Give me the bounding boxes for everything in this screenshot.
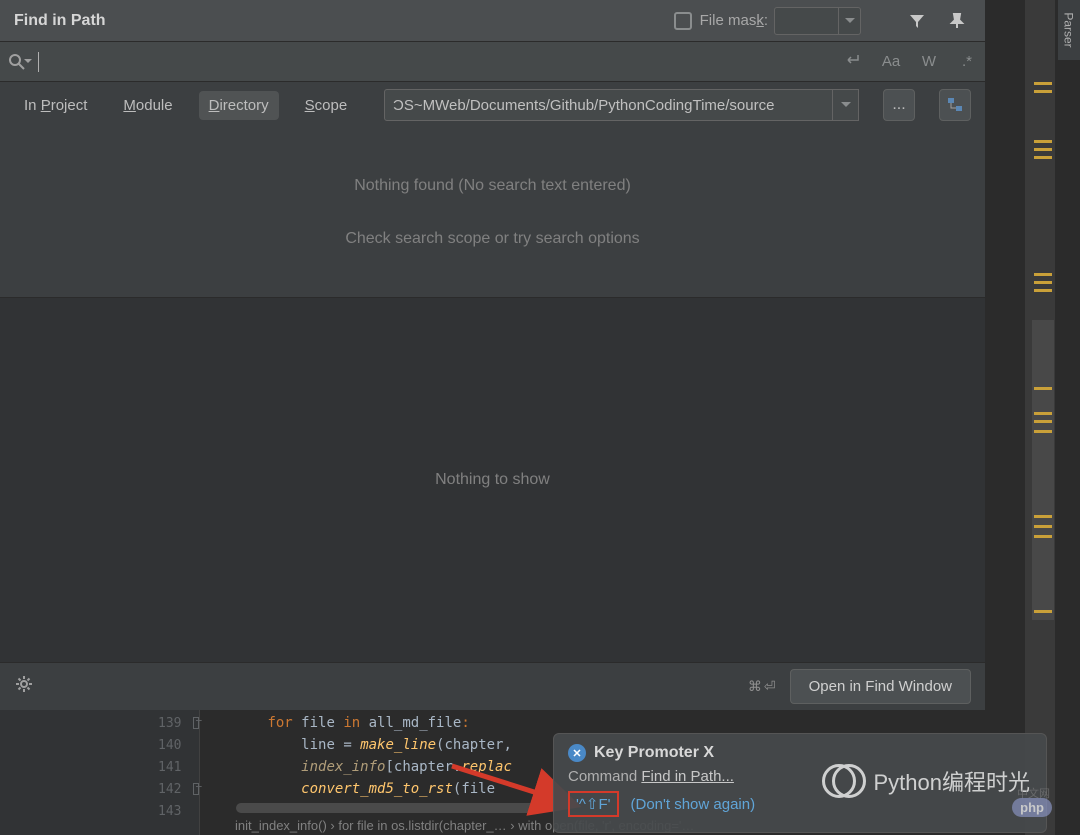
parser-label: Parser xyxy=(1062,12,1076,47)
line-number: 142 xyxy=(158,782,181,797)
regex-button[interactable]: .* xyxy=(957,53,977,70)
file-mask-dropdown[interactable] xyxy=(839,7,861,35)
marker-warning[interactable] xyxy=(1034,525,1052,528)
search-input[interactable] xyxy=(38,52,843,72)
marker-warning[interactable] xyxy=(1034,156,1052,159)
path-history-dropdown[interactable] xyxy=(833,89,859,121)
preview-area: Nothing to show xyxy=(0,298,985,662)
find-in-path-dialog: Find in Path File mask: Aa W .* xyxy=(0,0,985,710)
popup-app-icon: ✕ xyxy=(568,744,586,762)
pin-icon[interactable] xyxy=(943,7,971,35)
open-in-find-window-button[interactable]: Open in Find Window xyxy=(790,669,971,704)
scope-bar: In Project Module Directory Scope ƆS~MWe… xyxy=(0,82,985,128)
editor-gutter: 139 140 141 142 143 xyxy=(0,710,200,835)
marker-warning[interactable] xyxy=(1034,289,1052,292)
watermark: Python编程时光 xyxy=(822,760,1031,802)
words-button[interactable]: W xyxy=(919,53,939,70)
shortcut-badge: '^⇧F' xyxy=(568,791,619,817)
marker-warning[interactable] xyxy=(1034,90,1052,93)
newline-icon[interactable] xyxy=(843,53,863,71)
check-scope-message: Check search scope or try search options xyxy=(345,230,639,248)
scrollbar-range[interactable] xyxy=(1032,320,1054,620)
nothing-to-show-message: Nothing to show xyxy=(435,471,550,489)
results-message-area: Nothing found (No search text entered) C… xyxy=(0,128,985,298)
scope-tab-scope[interactable]: Scope xyxy=(295,91,358,120)
dont-show-again-link[interactable]: (Don't show again) xyxy=(631,796,756,813)
scope-tab-directory[interactable]: Directory xyxy=(199,91,279,120)
search-bar: Aa W .* xyxy=(0,42,985,82)
match-case-button[interactable]: Aa xyxy=(881,53,901,70)
file-mask-input[interactable] xyxy=(774,7,839,35)
checkbox-icon[interactable] xyxy=(674,12,692,30)
marker-warning[interactable] xyxy=(1034,148,1052,151)
popup-title: Key Promoter X xyxy=(594,744,714,762)
recursive-toggle[interactable] xyxy=(939,89,971,121)
directory-path-input[interactable]: ƆS~MWeb/Documents/Github/PythonCodingTim… xyxy=(384,89,833,121)
marker-warning[interactable] xyxy=(1034,412,1052,415)
horizontal-scrollbar[interactable] xyxy=(236,803,546,813)
scope-tab-module[interactable]: Module xyxy=(113,91,182,120)
watermark-logo-icon xyxy=(822,760,864,802)
line-number: 139 xyxy=(158,716,181,731)
file-mask-toggle[interactable]: File mask: xyxy=(674,12,768,30)
popup-command-label: Command xyxy=(568,768,641,785)
fold-toggle-icon[interactable] xyxy=(193,783,199,795)
browse-button[interactable]: ... xyxy=(883,89,915,121)
marker-warning[interactable] xyxy=(1034,281,1052,284)
dialog-header: Find in Path File mask: xyxy=(0,0,985,42)
file-mask-label: File mask: xyxy=(700,12,768,29)
watermark-text: Python编程时光 xyxy=(874,765,1031,797)
php-badge: php xyxy=(1012,798,1052,817)
line-number: 140 xyxy=(158,738,181,753)
popup-command-link[interactable]: Find in Path... xyxy=(641,768,734,785)
marker-warning[interactable] xyxy=(1034,430,1052,433)
marker-warning[interactable] xyxy=(1034,273,1052,276)
open-shortcut-hint: ⌘⏎ xyxy=(748,678,778,695)
dialog-footer: ⌘⏎ Open in Find Window xyxy=(0,662,985,710)
marker-warning[interactable] xyxy=(1034,140,1052,143)
search-icon xyxy=(8,53,32,71)
filter-icon[interactable] xyxy=(903,7,931,35)
marker-warning[interactable] xyxy=(1034,387,1052,390)
fold-toggle-icon[interactable] xyxy=(193,717,199,729)
nothing-found-message: Nothing found (No search text entered) xyxy=(354,177,631,195)
gear-icon[interactable] xyxy=(14,674,34,699)
parser-tool-window-tab[interactable]: Parser xyxy=(1058,0,1080,60)
marker-warning[interactable] xyxy=(1034,82,1052,85)
dialog-title: Find in Path xyxy=(14,12,106,30)
line-number: 143 xyxy=(158,804,181,819)
marker-warning[interactable] xyxy=(1034,515,1052,518)
marker-warning[interactable] xyxy=(1034,420,1052,423)
marker-warning[interactable] xyxy=(1034,610,1052,613)
scope-tab-project[interactable]: In Project xyxy=(14,91,97,120)
line-number: 141 xyxy=(158,760,181,775)
marker-warning[interactable] xyxy=(1034,535,1052,538)
